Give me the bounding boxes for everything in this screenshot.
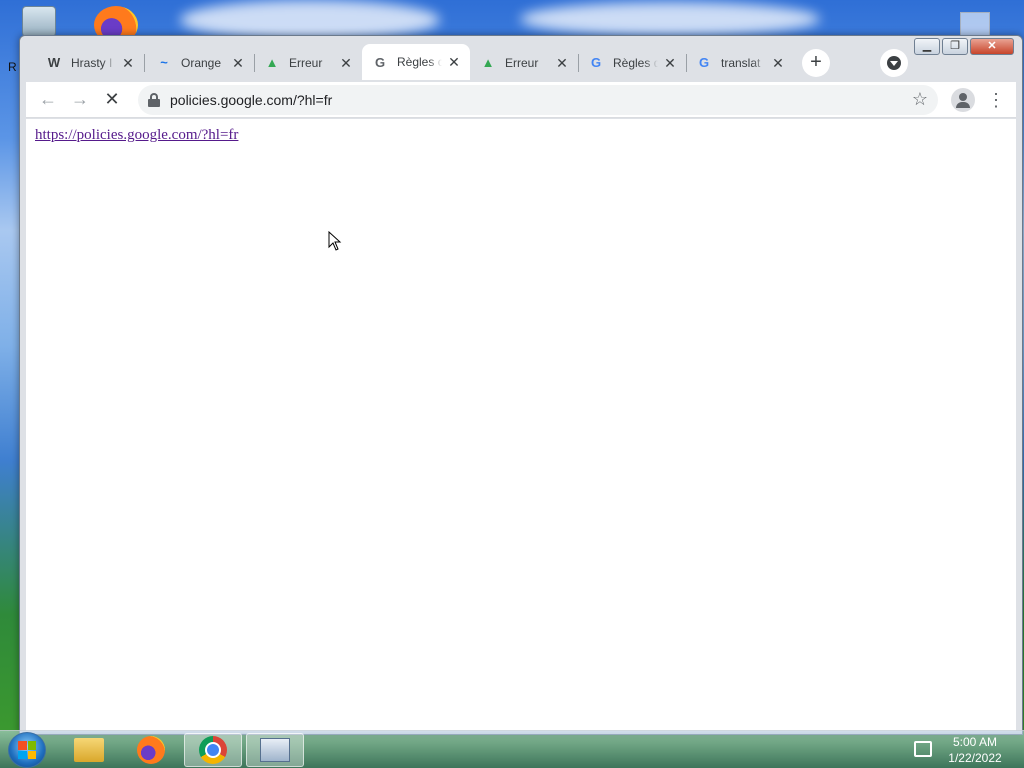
stop-button[interactable]: ✕: [100, 88, 124, 112]
tab-title: Erreur: [289, 55, 323, 70]
close-icon[interactable]: ✕: [338, 55, 354, 71]
lock-icon[interactable]: [148, 93, 160, 107]
taskbar-explorer[interactable]: [60, 733, 118, 767]
bookmark-star-icon[interactable]: ☆: [908, 87, 932, 111]
system-clock[interactable]: 5:00 AM 1/22/2022: [940, 734, 1010, 766]
mouse-cursor-icon: [328, 231, 342, 251]
close-window-button[interactable]: ✕: [970, 38, 1014, 55]
tab-title: Règles c: [397, 55, 442, 69]
wikipedia-icon: W: [47, 55, 61, 70]
browser-window: W Hrasty I ✕ ~ Orange ✕ ▲ Erreur ✕ G Règ…: [19, 35, 1023, 735]
chevron-down-icon: [887, 56, 901, 70]
folder-icon: [74, 738, 104, 762]
tab-erreur-2[interactable]: ▲ Erreur ✕: [470, 46, 579, 79]
close-icon[interactable]: ✕: [230, 55, 246, 71]
new-tab-button[interactable]: +: [802, 49, 830, 77]
tab-hrasty[interactable]: W Hrasty I ✕: [36, 46, 145, 79]
tab-erreur-1[interactable]: ▲ Erreur ✕: [254, 46, 362, 79]
close-icon[interactable]: ✕: [662, 55, 678, 71]
google-icon: G: [698, 55, 710, 70]
start-button[interactable]: [8, 732, 46, 768]
tab-search-button[interactable]: [880, 49, 908, 77]
close-icon[interactable]: ✕: [554, 55, 570, 71]
cloud: [520, 2, 820, 36]
network-icon[interactable]: [914, 741, 932, 757]
tab-translate[interactable]: G translat ✕: [686, 46, 794, 79]
tab-title: Erreur: [505, 55, 539, 70]
policies-link[interactable]: https://policies.google.com/?hl=fr: [35, 127, 238, 144]
google-drive-icon: ▲: [265, 55, 279, 70]
back-button[interactable]: ←: [36, 88, 60, 112]
toolbar: ← → ✕ policies.google.com/?hl=fr ☆ ⋮: [26, 82, 1016, 118]
window-controls: ▁ ❐ ✕: [914, 38, 1014, 55]
firefox-icon: [137, 736, 165, 764]
close-icon[interactable]: ✕: [120, 55, 136, 71]
google-icon: G: [590, 55, 602, 70]
desktop-label: R: [8, 60, 17, 74]
taskbar-firefox[interactable]: [122, 733, 180, 767]
profile-icon[interactable]: [951, 88, 975, 112]
close-icon[interactable]: ✕: [770, 55, 786, 71]
tab-orange[interactable]: ~ Orange ✕: [146, 46, 255, 79]
taskbar-chrome[interactable]: [184, 733, 242, 767]
tab-title: Hrasty I: [71, 55, 113, 70]
tab-title: Règles d: [613, 55, 658, 70]
tab-strip: W Hrasty I ✕ ~ Orange ✕ ▲ Erreur ✕ G Règ…: [20, 36, 1022, 82]
tab-regles-2[interactable]: G Règles d ✕: [578, 46, 687, 79]
cloud: [180, 0, 440, 40]
page-content: https://policies.google.com/?hl=fr: [26, 119, 1016, 731]
close-icon[interactable]: ✕: [446, 54, 462, 70]
app-icon: [260, 738, 290, 762]
chrome-icon: [199, 736, 227, 764]
forward-button[interactable]: →: [68, 88, 92, 112]
windows-logo-icon: [18, 741, 36, 759]
taskbar: 5:00 AM 1/22/2022: [0, 730, 1024, 768]
google-icon: G: [374, 54, 386, 70]
menu-icon[interactable]: ⋮: [984, 88, 1008, 112]
orange-icon: ~: [160, 55, 168, 70]
clock-time: 5:00 AM: [952, 735, 998, 749]
tab-title: translat: [721, 55, 761, 70]
maximize-button[interactable]: ❐: [942, 38, 968, 55]
clock-date: 1/22/2022: [948, 751, 1002, 765]
minimize-button[interactable]: ▁: [914, 38, 940, 55]
google-drive-icon: ▲: [481, 55, 495, 70]
tab-divider: [144, 54, 145, 72]
address-bar[interactable]: policies.google.com/?hl=fr: [138, 85, 938, 115]
taskbar-app[interactable]: [246, 733, 304, 767]
url-text[interactable]: policies.google.com/?hl=fr: [170, 92, 332, 108]
tab-title: Orange: [181, 55, 222, 70]
tab-regles-active[interactable]: G Règles c ✕: [362, 44, 470, 80]
